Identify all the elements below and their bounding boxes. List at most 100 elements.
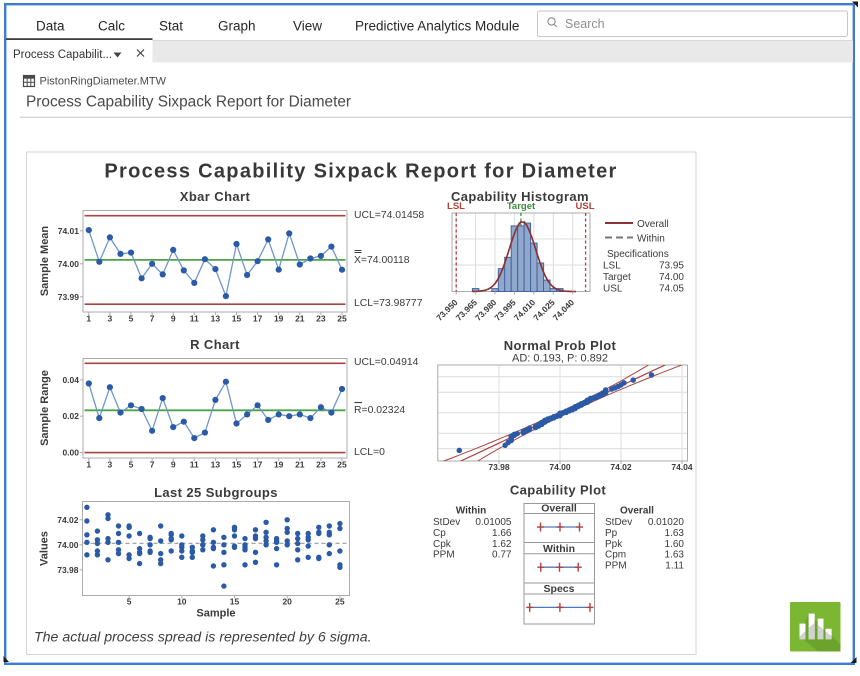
svg-text:LCL=0: LCL=0 [354, 447, 385, 458]
svg-text:StDev: StDev [605, 517, 632, 528]
svg-text:Capability Plot: Capability Plot [510, 483, 607, 498]
svg-text:74.02: 74.02 [57, 515, 79, 525]
svg-text:13: 13 [211, 314, 221, 324]
svg-text:Cp: Cp [433, 528, 446, 539]
svg-text:UCL=74.01458: UCL=74.01458 [354, 210, 424, 221]
svg-text:17: 17 [253, 314, 263, 324]
svg-text:1.62: 1.62 [492, 539, 512, 550]
svg-text:PPM: PPM [605, 560, 627, 571]
svg-text:25: 25 [337, 460, 347, 470]
svg-text:USL: USL [603, 284, 623, 295]
svg-text:19: 19 [274, 460, 284, 470]
svg-text:73.98: 73.98 [57, 565, 79, 575]
svg-text:21: 21 [295, 314, 305, 324]
svg-text:19: 19 [274, 314, 284, 324]
svg-text:73.99: 73.99 [58, 292, 80, 302]
svg-text:7: 7 [150, 314, 155, 324]
svg-text:Within: Within [543, 543, 575, 555]
svg-text:21: 21 [295, 460, 305, 470]
svg-text:Cpm: Cpm [605, 550, 626, 561]
svg-text:Stat: Stat [159, 19, 183, 34]
svg-text:9: 9 [171, 314, 176, 324]
svg-text:5: 5 [129, 460, 134, 470]
svg-text:Sample: Sample [196, 608, 235, 620]
svg-text:The actual process spread is r: The actual process spread is represented… [34, 630, 372, 646]
svg-text:3: 3 [108, 460, 113, 470]
svg-text:74.02: 74.02 [610, 462, 632, 472]
svg-text:11: 11 [190, 314, 199, 324]
svg-text:Calc: Calc [98, 19, 125, 34]
svg-text:0.00: 0.00 [62, 448, 79, 458]
svg-text:74.04: 74.04 [671, 462, 693, 472]
svg-text:USL: USL [576, 201, 595, 212]
svg-text:1: 1 [86, 314, 91, 324]
svg-text:Data: Data [36, 19, 65, 34]
svg-text:Xbar Chart: Xbar Chart [180, 189, 251, 204]
svg-text:1.11: 1.11 [665, 560, 684, 571]
svg-text:Process Capability Sixpack Rep: Process Capability Sixpack Report for Di… [26, 94, 351, 111]
svg-text:5: 5 [127, 597, 132, 607]
svg-text:74.00: 74.00 [58, 259, 80, 269]
svg-text:Process Capabilit...: Process Capabilit... [13, 49, 112, 61]
svg-text:15: 15 [230, 597, 240, 607]
svg-text:17: 17 [253, 460, 263, 470]
svg-text:AD: 0.193, P: 0.892: AD: 0.193, P: 0.892 [512, 353, 608, 365]
svg-text:Specifications: Specifications [607, 249, 669, 260]
svg-text:15: 15 [232, 314, 242, 324]
svg-text:R Chart: R Chart [190, 337, 240, 352]
svg-text:1: 1 [86, 460, 91, 470]
svg-text:74.01: 74.01 [58, 226, 80, 236]
svg-text:Normal Prob Plot: Normal Prob Plot [504, 338, 617, 353]
svg-text:Target: Target [507, 201, 536, 212]
svg-text:1.66: 1.66 [492, 528, 512, 539]
svg-text:10: 10 [177, 597, 187, 607]
svg-text:1.63: 1.63 [665, 528, 685, 539]
svg-text:Values: Values [39, 531, 51, 566]
svg-text:5: 5 [129, 314, 134, 324]
svg-text:Sample Range: Sample Range [39, 370, 51, 446]
svg-text:Predictive Analytics Module: Predictive Analytics Module [355, 19, 519, 34]
svg-text:Graph: Graph [218, 19, 256, 34]
svg-text:Last 25 Subgroups: Last 25 Subgroups [154, 485, 278, 500]
svg-text:13: 13 [211, 460, 221, 470]
svg-text:7: 7 [150, 460, 155, 470]
svg-text:LSL: LSL [603, 261, 621, 272]
svg-text:Overall: Overall [541, 503, 577, 515]
svg-text:PPM: PPM [433, 550, 455, 561]
svg-text:Ppk: Ppk [605, 539, 623, 550]
svg-text:Within: Within [456, 506, 486, 517]
svg-text:Cpk: Cpk [433, 539, 452, 550]
svg-text:PistonRingDiameter.MTW: PistonRingDiameter.MTW [40, 76, 167, 88]
svg-text:1.60: 1.60 [665, 539, 685, 550]
svg-text:25: 25 [337, 314, 347, 324]
svg-text:0.01020: 0.01020 [648, 517, 685, 528]
svg-text:73.95: 73.95 [659, 261, 684, 272]
svg-text:1.63: 1.63 [665, 550, 685, 561]
svg-text:LCL=73.98777: LCL=73.98777 [354, 298, 423, 309]
svg-text:Sample Mean: Sample Mean [39, 226, 51, 297]
svg-text:Process Capability Sixpack Rep: Process Capability Sixpack Report for Di… [104, 161, 617, 183]
svg-text:74.05: 74.05 [659, 284, 684, 295]
svg-text:74.00: 74.00 [659, 272, 684, 283]
svg-text:9: 9 [171, 460, 176, 470]
svg-text:20: 20 [282, 597, 292, 607]
svg-text:LSL: LSL [447, 201, 465, 212]
svg-text:0.01005: 0.01005 [475, 517, 512, 528]
svg-text:15: 15 [232, 460, 242, 470]
svg-text:Overall: Overall [637, 219, 669, 230]
svg-text:0.02: 0.02 [62, 411, 79, 421]
svg-text:StDev: StDev [433, 517, 460, 528]
svg-text:73.98: 73.98 [488, 462, 510, 472]
svg-text:Search: Search [565, 17, 605, 31]
svg-text:0.04: 0.04 [62, 375, 79, 385]
svg-text:74.00: 74.00 [549, 462, 571, 472]
svg-text:X=74.00118: X=74.00118 [354, 255, 410, 266]
svg-text:Target: Target [603, 272, 631, 283]
svg-text:R=0.02324: R=0.02324 [354, 405, 405, 416]
svg-text:UCL=0.04914: UCL=0.04914 [354, 357, 419, 368]
svg-text:Pp: Pp [605, 528, 618, 539]
svg-text:Specs: Specs [544, 583, 575, 595]
svg-text:74.00: 74.00 [57, 540, 79, 550]
svg-text:23: 23 [316, 460, 326, 470]
svg-text:23: 23 [316, 314, 326, 324]
